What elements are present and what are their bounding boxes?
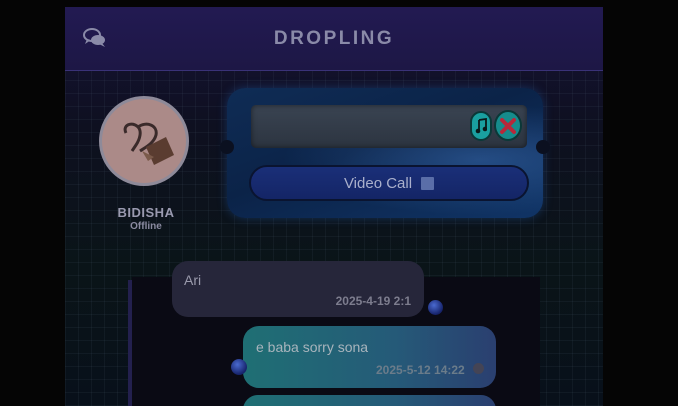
read-receipt-icon bbox=[473, 363, 484, 374]
message-text: e baba sorry sona bbox=[256, 339, 369, 355]
message-text: Ari bbox=[184, 272, 202, 288]
heart-hands-avatar bbox=[123, 122, 174, 165]
avatar[interactable] bbox=[99, 96, 189, 186]
panel-notch-left bbox=[220, 140, 234, 154]
message-outgoing-partial[interactable] bbox=[243, 395, 496, 406]
message-incoming[interactable]: Ari 2025-4-19 2:1 bbox=[172, 261, 424, 317]
close-x-icon[interactable] bbox=[494, 110, 522, 141]
app-title: DROPLING bbox=[273, 28, 395, 49]
panel-notch-right bbox=[536, 140, 550, 154]
contact-name: BIDISHA bbox=[117, 205, 175, 220]
reply-orb-icon[interactable] bbox=[428, 300, 443, 315]
top-bar: DROPLING bbox=[65, 7, 603, 71]
contact-status: Offline bbox=[130, 221, 162, 232]
message-time: 2025-4-19 2:1 bbox=[335, 294, 411, 308]
music-note-icon[interactable] bbox=[470, 111, 492, 141]
video-call-label: Video Call bbox=[343, 174, 413, 192]
message-time: 2025-5-12 14:22 bbox=[376, 363, 465, 377]
video-call-button[interactable]: Video Call bbox=[249, 165, 529, 201]
reply-orb-icon[interactable] bbox=[231, 359, 247, 375]
message-outgoing[interactable]: e baba sorry sona 2025-5-12 14:22 bbox=[243, 326, 496, 388]
video-camera-icon bbox=[421, 176, 435, 190]
app-window: DROPLING BIDISHA Offline Video Call Ari … bbox=[65, 7, 603, 406]
